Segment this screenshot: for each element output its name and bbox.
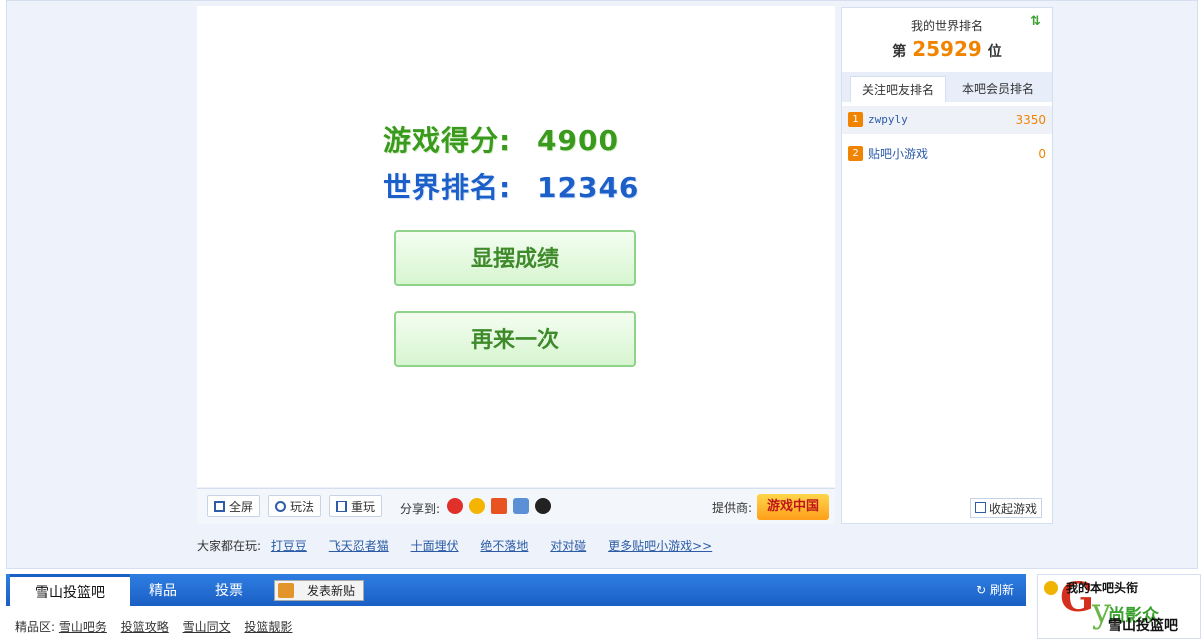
weibo-icon[interactable] (447, 498, 463, 514)
game-link[interactable]: 打豆豆 (271, 539, 307, 553)
fullscreen-icon (214, 501, 225, 512)
score-value: 4900 (537, 124, 619, 157)
restart-label: 重玩 (351, 500, 376, 514)
replay-button[interactable]: 再来一次 (394, 311, 636, 367)
collapse-game-button[interactable]: 收起游戏 (970, 498, 1043, 518)
my-title-panel: G y 我的本吧头衔 尚影众 雪山投篮吧 (1037, 574, 1201, 639)
featured-link[interactable]: 雪山吧务 (59, 620, 107, 634)
game-link[interactable]: 对对碰 (550, 539, 586, 553)
tab-vote[interactable]: 投票 (215, 574, 243, 606)
howto-button[interactable]: 玩法 (268, 495, 322, 517)
renren-icon[interactable] (491, 498, 507, 514)
game-link[interactable]: 飞天忍者猫 (329, 539, 389, 553)
fullscreen-button[interactable]: 全屏 (207, 495, 261, 517)
score-row: 游戏得分: 4900 (383, 119, 619, 159)
qq-icon[interactable] (535, 498, 551, 514)
more-games-link[interactable]: 更多贴吧小游戏>> (608, 539, 712, 553)
howto-label: 玩法 (290, 500, 315, 514)
refresh-button[interactable]: ↻ 刷新 (976, 574, 1014, 606)
everyone-playing: 大家都在玩: 打豆豆 飞天忍者猫 十面埋伏 绝不落地 对对碰 更多贴吧小游戏>> (197, 537, 730, 554)
everyone-label: 大家都在玩: (197, 539, 262, 553)
tab-friends-ranking[interactable]: 关注吧友排名 (850, 76, 946, 102)
ranking-title: 我的世界排名 (910, 19, 983, 33)
fullscreen-label: 全屏 (229, 500, 254, 514)
tab-members-ranking[interactable]: 本吧会员排名 (950, 76, 1046, 102)
provider-label: 提供商: (712, 501, 753, 515)
ranking-row[interactable]: 1 zwpyly 3350 (842, 106, 1052, 134)
provider-logo[interactable]: 游戏中国 (757, 494, 829, 520)
world-rank-label: 世界排名: (383, 171, 512, 204)
rank-prefix: 第 (892, 44, 907, 60)
restart-icon (336, 501, 347, 512)
new-post-button[interactable]: 发表新贴 (274, 580, 364, 601)
ranking-score: 3350 (1015, 113, 1046, 127)
score-label: 游戏得分: (383, 124, 512, 157)
world-rank-number: 25929 (912, 37, 982, 61)
forum-navbar: 雪山投篮吧 精品 投票 发表新贴 ↻ 刷新 (6, 574, 1026, 606)
game-link[interactable]: 十面埋伏 (411, 539, 459, 553)
ranking-name: zwpyly (868, 113, 908, 126)
featured-label: 精品区: (15, 620, 56, 634)
restart-button[interactable]: 重玩 (329, 495, 383, 517)
featured-link[interactable]: 投篮靓影 (244, 620, 292, 634)
tab-featured[interactable]: 精品 (149, 574, 177, 606)
forum-name: 雪山投篮吧 (1108, 618, 1178, 634)
pencil-icon (278, 583, 294, 598)
badge-icon (1044, 581, 1058, 595)
qzone-icon[interactable] (469, 498, 485, 514)
world-rank-row: 世界排名: 12346 (383, 166, 639, 206)
ranking-tabs: 关注吧友排名 本吧会员排名 (842, 72, 1052, 102)
ranking-name: 贴吧小游戏 (868, 147, 929, 161)
my-title-heading: 我的本吧头衔 (1066, 581, 1139, 595)
new-post-label: 发表新贴 (307, 584, 356, 598)
game-toolbar: 全屏 玩法 重玩 分享到: 提供商: 游戏中国 (197, 488, 835, 524)
world-rank-position: 第 25929 位 (842, 37, 1052, 61)
tab-forum-home[interactable]: 雪山投篮吧 (10, 574, 130, 606)
bulb-icon (275, 501, 286, 512)
featured-link[interactable]: 投篮攻略 (121, 620, 169, 634)
rank-suffix: 位 (987, 44, 1002, 60)
ranking-panel: 我的世界排名 ⇅ 第 25929 位 关注吧友排名 本吧会员排名 1 zwpyly … (841, 7, 1053, 524)
show-off-button[interactable]: 显摆成绩 (394, 230, 636, 286)
share-label: 分享到: (400, 502, 441, 516)
ranking-score: 0 (1038, 147, 1046, 161)
game-link[interactable]: 绝不落地 (480, 539, 528, 553)
featured-link[interactable]: 雪山同文 (183, 620, 231, 634)
rank-badge: 1 (848, 112, 863, 127)
world-rank-value: 12346 (537, 171, 640, 204)
game-canvas[interactable]: 游戏得分: 4900 世界排名: 12346 显摆成绩 再来一次 (197, 6, 835, 487)
ranking-row[interactable]: 2 贴吧小游戏 0 (842, 140, 1052, 168)
refresh-icon: ↻ (976, 583, 990, 597)
refresh-icon[interactable]: ⇅ (1030, 14, 1041, 29)
kaixin-icon[interactable] (513, 498, 529, 514)
rank-badge: 2 (848, 146, 863, 161)
featured-area: 精品区: 雪山吧务 投篮攻略 雪山同文 投篮靓影 (15, 618, 302, 635)
collapse-label: 收起游戏 (989, 502, 1038, 516)
refresh-label: 刷新 (989, 583, 1014, 597)
collapse-icon (975, 502, 986, 513)
